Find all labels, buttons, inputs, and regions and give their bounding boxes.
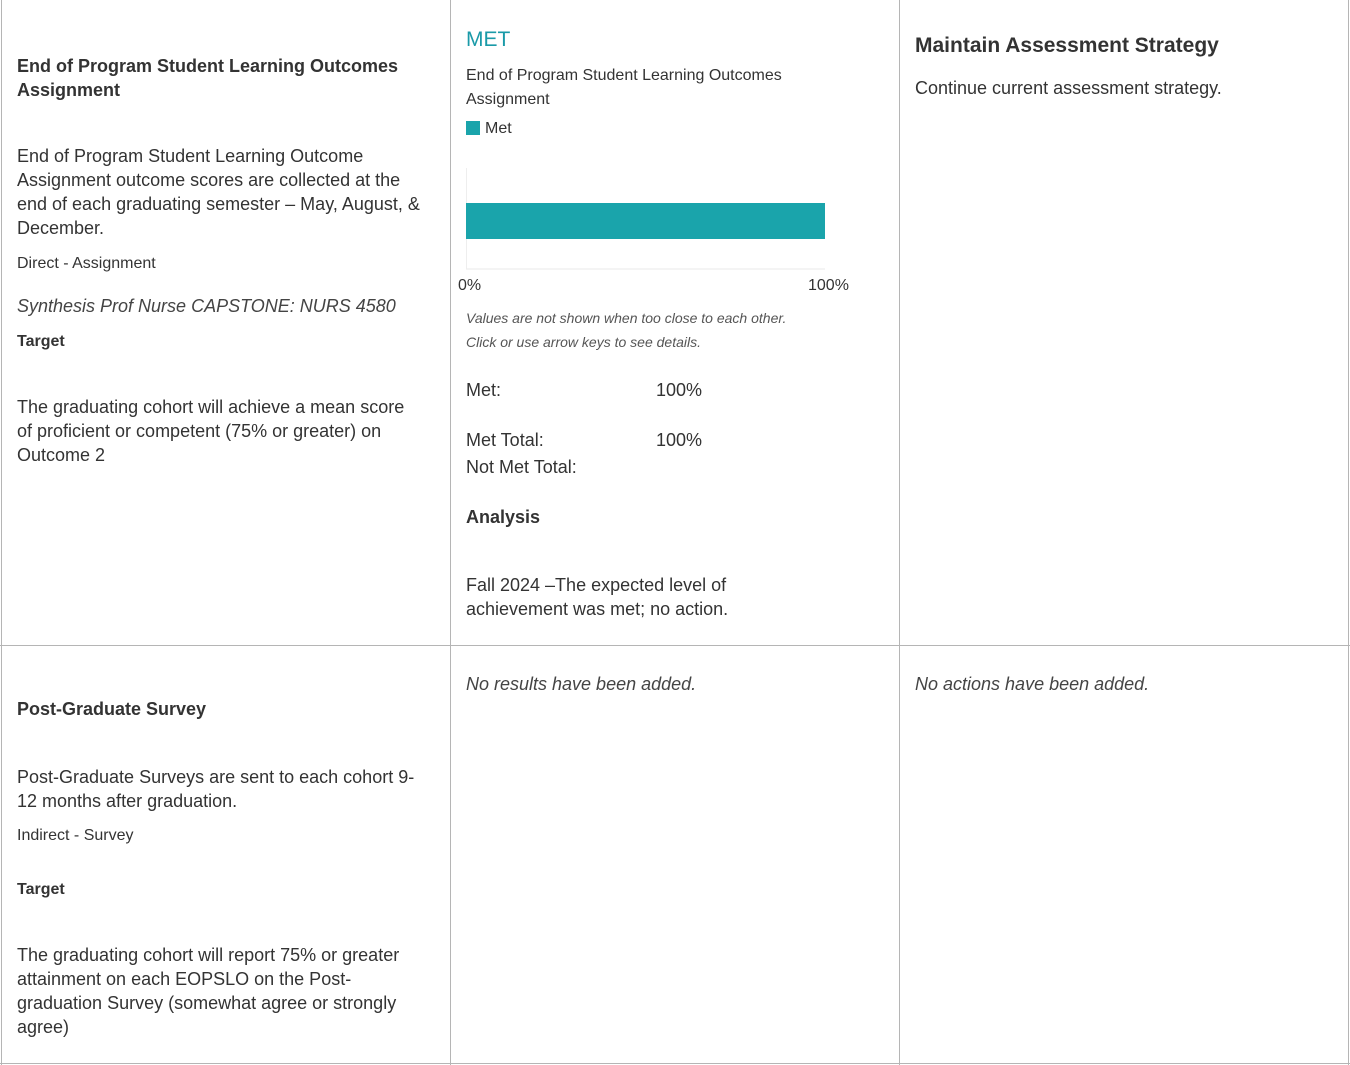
- analysis-text: Fall 2024 –The expected level of achieve…: [466, 575, 729, 619]
- chart-note-1: Values are not shown when too close to e…: [466, 310, 787, 326]
- table-border-right: [1348, 0, 1349, 1065]
- met-value: 100%: [656, 380, 703, 400]
- chart-note-2: Click or use arrow keys to see details.: [466, 334, 701, 350]
- analysis-label: Analysis: [466, 507, 541, 527]
- no-actions-text: No actions have been added.: [915, 674, 1150, 694]
- method-title: End of Program Student Learning Outcomes…: [17, 56, 399, 100]
- method-description-2: Post-Graduate Surveys are sent to each c…: [17, 767, 415, 811]
- chart-title: End of Program Student Learning Outcomes…: [466, 67, 782, 108]
- column-divider-2: [899, 0, 900, 1065]
- assessment-table: End of Program Student Learning Outcomes…: [0, 0, 1350, 1065]
- method-type: Direct - Assignment: [17, 255, 156, 272]
- target-label: Target: [17, 333, 65, 350]
- legend-swatch-met: [466, 121, 480, 135]
- bar-met: [466, 203, 825, 239]
- row-divider: [0, 645, 1350, 646]
- met-total-value: 100%: [656, 430, 703, 450]
- no-results-text: No results have been added.: [466, 674, 697, 694]
- met-total-label: Met Total:: [466, 430, 544, 450]
- table-border-left: [1, 0, 2, 1065]
- column-divider-1: [450, 0, 451, 1065]
- table-border-bottom: [0, 1063, 1350, 1064]
- method-type-2: Indirect - Survey: [17, 827, 134, 844]
- action-title: Maintain Assessment Strategy: [915, 34, 1219, 57]
- chart-legend[interactable]: Met: [466, 118, 512, 140]
- target-text-2: The graduating cohort will report 75% or…: [17, 945, 400, 1037]
- results-bar-chart[interactable]: [460, 160, 860, 300]
- method-title-2: Post-Graduate Survey: [17, 699, 207, 719]
- axis-tick-min: 0%: [458, 277, 482, 294]
- method-description: End of Program Student Learning Outcome …: [17, 146, 420, 238]
- axis-tick-max: 100%: [808, 277, 849, 294]
- met-label: Met:: [466, 380, 502, 400]
- method-course: Synthesis Prof Nurse CAPSTONE: NURS 4580: [17, 296, 396, 316]
- target-text: The graduating cohort will achieve a mea…: [17, 397, 405, 465]
- not-met-total-label: Not Met Total:: [466, 457, 577, 477]
- target-label-2: Target: [17, 881, 65, 898]
- status-met: MET: [466, 28, 511, 51]
- legend-label-met: Met: [485, 120, 512, 137]
- action-text: Continue current assessment strategy.: [915, 78, 1222, 98]
